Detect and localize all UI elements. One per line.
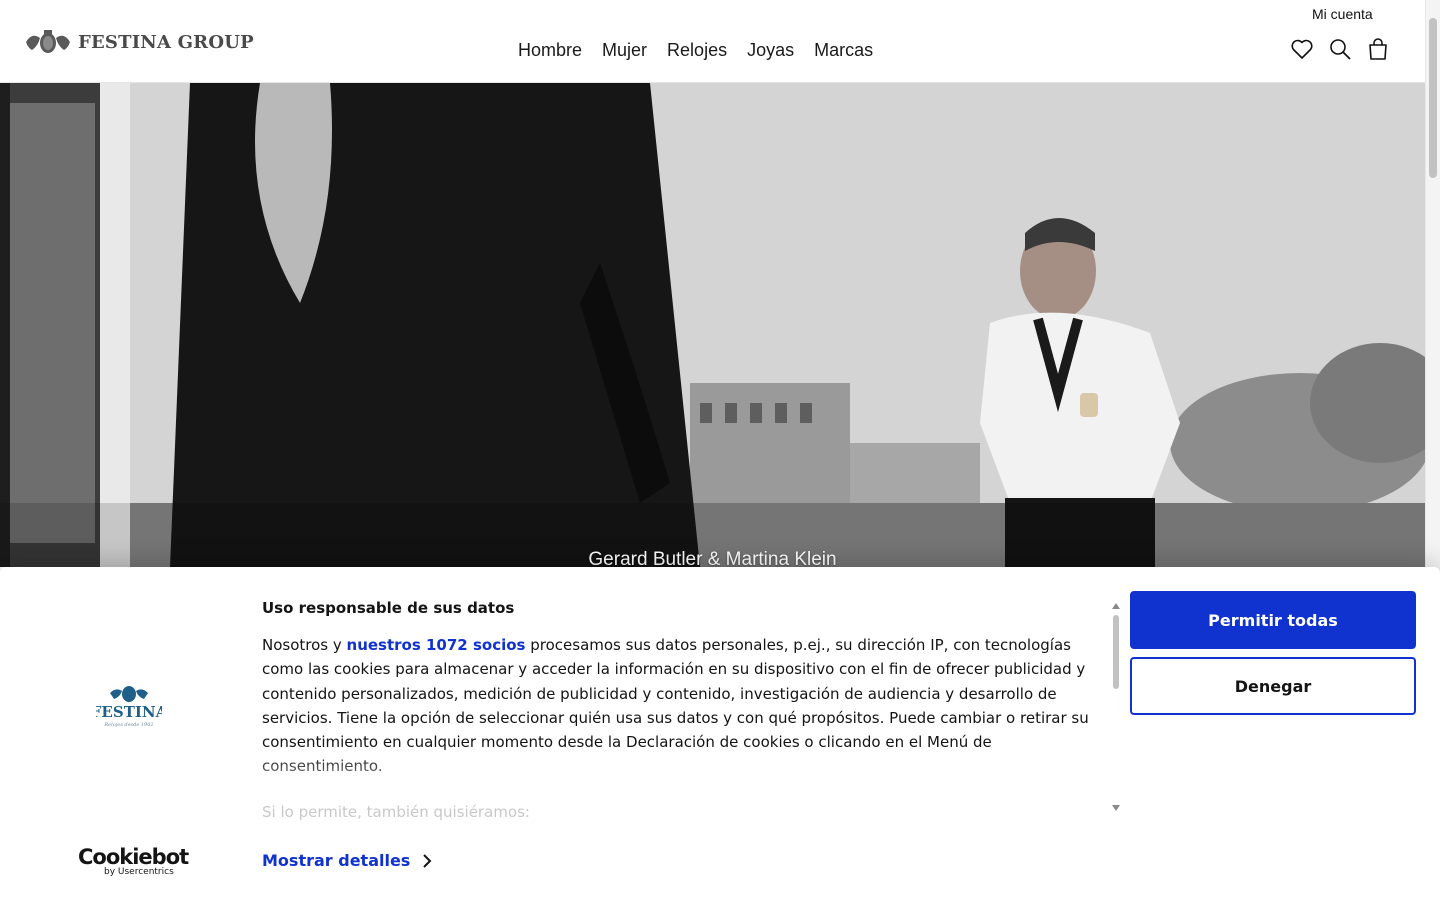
header-actions bbox=[1290, 36, 1390, 62]
festina-tagline: Relojes desde 1902 bbox=[103, 722, 153, 728]
nav-item-relojes[interactable]: Relojes bbox=[657, 40, 737, 61]
shopping-bag-icon[interactable] bbox=[1366, 36, 1390, 62]
account-link[interactable]: Mi cuenta bbox=[1312, 6, 1373, 22]
brand-name: FESTINA GROUP bbox=[78, 31, 254, 53]
cookiebot-brand: Cookiebot bbox=[78, 845, 189, 869]
chevron-right-icon bbox=[423, 853, 432, 868]
festina-logo: FESTINA Relojes desde 1902 bbox=[96, 686, 162, 728]
cookie-more-text: Si lo permite, también quisiéramos: bbox=[262, 803, 530, 821]
show-details-link[interactable]: Mostrar detalles bbox=[262, 851, 432, 870]
heart-icon[interactable] bbox=[1290, 36, 1314, 62]
crest-icon bbox=[26, 30, 70, 53]
nav-item-mujer[interactable]: Mujer bbox=[592, 40, 657, 61]
nav-item-hombre[interactable]: Hombre bbox=[508, 40, 592, 61]
search-icon[interactable] bbox=[1328, 36, 1352, 62]
cookie-consent-banner: FESTINA Relojes desde 1902 Cookiebot by … bbox=[0, 567, 1440, 900]
show-details-label: Mostrar detalles bbox=[262, 851, 411, 870]
allow-all-button[interactable]: Permitir todas bbox=[1130, 591, 1416, 649]
scroll-down-arrow-icon[interactable] bbox=[1112, 805, 1120, 811]
nav-item-marcas[interactable]: Marcas bbox=[804, 40, 883, 61]
scroll-up-arrow-icon[interactable] bbox=[1112, 603, 1120, 609]
hero-image bbox=[0, 83, 1425, 567]
partners-link[interactable]: nuestros 1072 socios bbox=[347, 636, 526, 654]
hero-caption: Gerard Butler & Martina Klein bbox=[588, 549, 837, 567]
site-header: FESTINA GROUP Hombre Mujer Relojes Joyas… bbox=[0, 0, 1425, 83]
scrollbar-thumb[interactable] bbox=[1429, 18, 1437, 178]
nav-item-joyas[interactable]: Joyas bbox=[737, 40, 804, 61]
festina-group-logo[interactable]: FESTINA GROUP bbox=[24, 28, 254, 56]
festina-wordmark: FESTINA bbox=[96, 703, 162, 721]
hero-banner[interactable]: Gerard Butler & Martina Klein bbox=[0, 83, 1425, 567]
cookie-text-prefix: Nosotros y bbox=[262, 636, 347, 654]
deny-button[interactable]: Denegar bbox=[1130, 657, 1416, 715]
cookiebot-logo[interactable]: Cookiebot by Usercentrics bbox=[78, 845, 189, 877]
cookie-title: Uso responsable de sus datos bbox=[262, 599, 515, 617]
cookie-scrollbar-thumb[interactable] bbox=[1113, 615, 1119, 689]
main-navigation: Hombre Mujer Relojes Joyas Marcas bbox=[508, 40, 883, 61]
cookie-text-scrollbar[interactable] bbox=[1111, 601, 1123, 811]
